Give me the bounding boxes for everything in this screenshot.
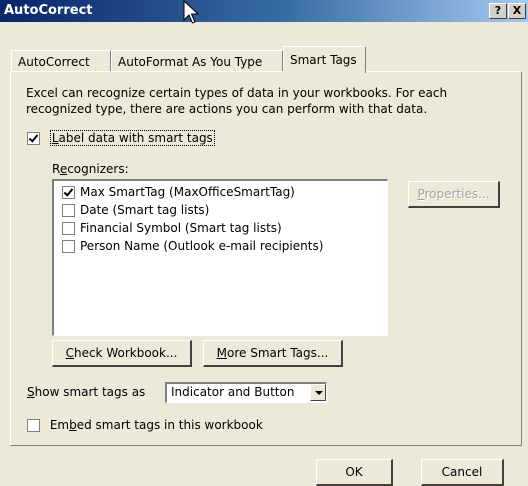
recognizer-checkbox[interactable] — [62, 240, 75, 253]
recognizer-item[interactable]: Date (Smart tag lists) — [62, 203, 209, 217]
recognizer-item[interactable]: Person Name (Outlook e-mail recipients) — [62, 239, 323, 253]
recognizer-checkbox[interactable] — [62, 204, 75, 217]
recognizer-checkbox[interactable] — [62, 186, 75, 199]
show-smart-tags-value: Indicator and Button — [171, 385, 295, 399]
more-smart-tags-button[interactable]: More Smart Tags... — [203, 340, 343, 367]
properties-button[interactable]: Properties... — [408, 181, 500, 208]
recognizer-label: Financial Symbol (Smart tag lists) — [80, 221, 282, 235]
recognizer-checkbox[interactable] — [62, 222, 75, 235]
close-button[interactable]: X — [508, 3, 526, 19]
check-workbook-button[interactable]: Check Workbook... — [52, 340, 192, 367]
mouse-cursor-icon — [183, 0, 199, 24]
label-data-checkbox-label: Label data with smart tags — [49, 130, 215, 146]
recognizer-label: Date (Smart tag lists) — [80, 203, 210, 217]
show-smart-tags-label: Show smart tags as — [27, 385, 146, 399]
recognizer-label: Person Name (Outlook e-mail recipients) — [80, 239, 324, 253]
embed-smart-tags-checkbox[interactable]: Embed smart tags in this workbook — [27, 418, 263, 432]
label-data-checkbox-box[interactable] — [27, 132, 40, 145]
cancel-button[interactable]: Cancel — [421, 459, 504, 486]
window-title: AutoCorrect — [4, 3, 93, 18]
embed-smart-tags-checkbox-box[interactable] — [27, 419, 40, 432]
tab-smart-tags[interactable]: Smart Tags — [283, 46, 366, 73]
title-bar[interactable]: AutoCorrect ? X — [0, 0, 528, 24]
intro-text: Excel can recognize certain types of dat… — [26, 86, 448, 116]
tab-autocorrect[interactable]: AutoCorrect — [11, 50, 111, 72]
chevron-down-icon[interactable] — [310, 384, 326, 401]
ok-button[interactable]: OK — [316, 459, 393, 486]
recognizers-heading: Recognizers: — [52, 162, 129, 176]
recognizer-label: Max SmartTag (MaxOfficeSmartTag) — [80, 185, 295, 199]
label-data-checkbox[interactable]: Label data with smart tags — [27, 130, 215, 146]
help-button[interactable]: ? — [489, 3, 507, 19]
recognizers-list[interactable]: Max SmartTag (MaxOfficeSmartTag) Date (S… — [52, 179, 388, 336]
tab-autoformat-as-you-type[interactable]: AutoFormat As You Type — [111, 50, 283, 72]
recognizer-item[interactable]: Financial Symbol (Smart tag lists) — [62, 221, 282, 235]
embed-smart-tags-label: Embed smart tags in this workbook — [49, 418, 263, 432]
recognizer-item[interactable]: Max SmartTag (MaxOfficeSmartTag) — [62, 185, 295, 199]
show-smart-tags-select[interactable]: Indicator and Button — [165, 382, 327, 403]
